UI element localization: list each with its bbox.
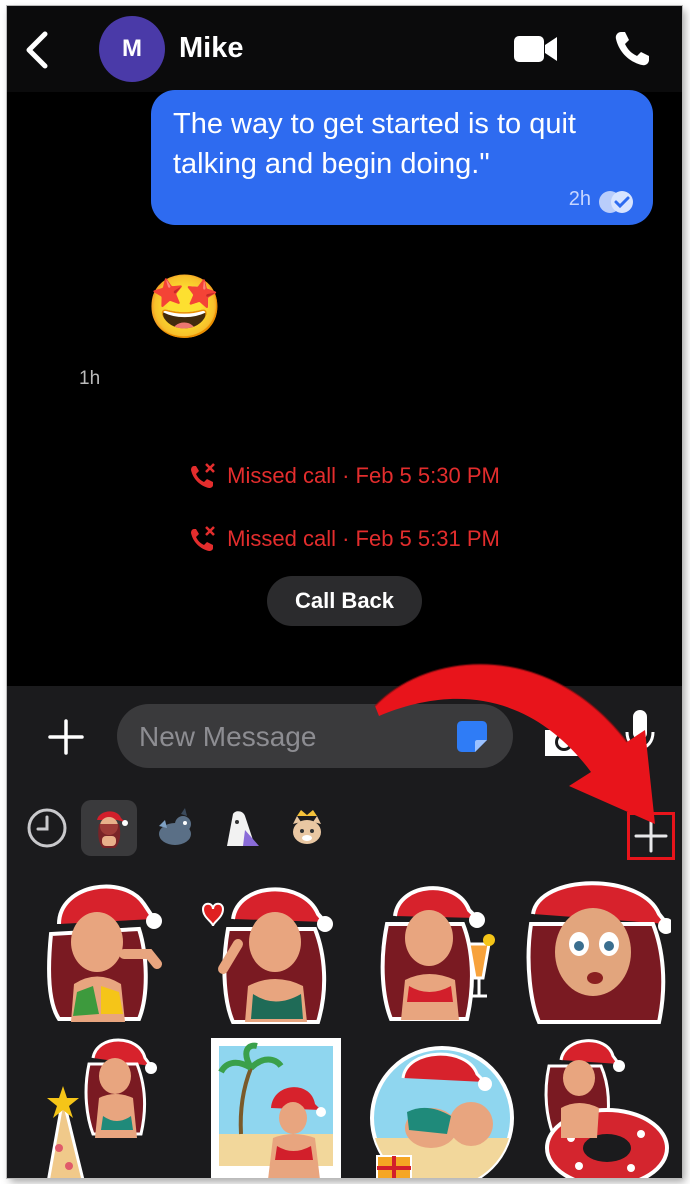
christmas-girl-pack-icon <box>97 811 128 848</box>
emoji-timestamp: 1h <box>79 368 101 389</box>
sticker-image <box>47 884 162 1022</box>
sticker-girl-drink[interactable] <box>357 874 507 1024</box>
dragon-pack-tab[interactable] <box>147 800 203 856</box>
sticker-image <box>380 886 495 1021</box>
video-call-icon[interactable] <box>513 32 559 66</box>
message-text: The way to get started is to quit talkin… <box>173 108 576 180</box>
sticker-image <box>526 881 674 1024</box>
sticker-girl-crying[interactable] <box>29 874 179 1024</box>
missed-call-icon <box>189 462 217 490</box>
cat-king-pack-tab[interactable] <box>279 800 335 856</box>
ghost-pack-icon <box>227 811 259 846</box>
chat-header: M Mike <box>7 6 682 92</box>
sticker-image <box>544 1039 669 1178</box>
sticker-girl-heart[interactable] <box>193 874 343 1024</box>
sticker-image <box>370 1046 514 1178</box>
contact-name[interactable]: Mike <box>179 32 243 65</box>
dragon-pack-icon <box>159 808 191 845</box>
outgoing-message-bubble[interactable]: The way to get started is to quit talkin… <box>151 90 653 225</box>
missed-call-entry[interactable]: Missed call · Feb 5 5:31 PM <box>7 525 682 553</box>
christmas-girl-pack-tab[interactable] <box>81 800 137 856</box>
sticker-girl-swim-ring[interactable] <box>521 1038 671 1178</box>
tutorial-arrow-icon <box>374 663 655 824</box>
missed-call-text: Missed call · Feb 5 5:30 PM <box>227 463 500 488</box>
sticker-girl-sandcastle[interactable] <box>29 1038 179 1178</box>
sticker-image <box>201 887 333 1024</box>
call-back-button[interactable]: Call Back <box>267 576 422 626</box>
avatar[interactable]: M <box>99 16 165 82</box>
emoji-message[interactable]: 🙃 🤩 😍 😍 <box>61 270 391 350</box>
sticker-girl-beach-photo[interactable] <box>211 1038 341 1178</box>
message-timestamp: 2h <box>568 188 591 210</box>
missed-call-icon <box>189 525 217 553</box>
back-icon[interactable] <box>21 30 55 70</box>
missed-call-text: Missed call · Feb 5 5:31 PM <box>227 526 500 551</box>
emoji-heart-eyes: 😍 <box>236 273 301 342</box>
sticker-image <box>47 1038 157 1178</box>
recent-stickers-tab[interactable] <box>19 800 75 856</box>
clock-icon <box>27 808 67 848</box>
emoji-upside-down: 🙃 <box>66 273 131 342</box>
cat-king-pack-icon <box>293 810 321 844</box>
missed-call-entry[interactable]: Missed call · Feb 5 5:30 PM <box>7 462 682 490</box>
emoji-heart-eyes: 😍 <box>321 273 386 342</box>
sticker-image <box>218 1042 333 1178</box>
sticker-girl-beach-gift[interactable] <box>367 1038 517 1178</box>
ghost-pack-tab[interactable] <box>213 800 269 856</box>
plus-icon[interactable] <box>45 716 87 758</box>
emoji-star-struck: 🤩 <box>146 273 224 342</box>
sticker-girl-shocked[interactable] <box>521 874 674 1024</box>
read-receipt-icon <box>597 189 635 215</box>
phone-screen: M Mike The way to get started is to quit… <box>7 6 682 1178</box>
phone-call-icon[interactable] <box>613 30 651 68</box>
